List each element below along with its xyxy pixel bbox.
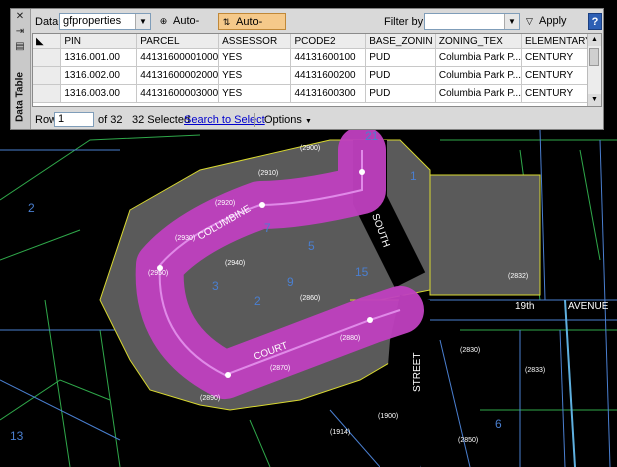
filter-select[interactable]: ▼ <box>424 13 520 30</box>
table-cell[interactable]: PUD <box>365 66 436 85</box>
lot-label: (2830) <box>460 347 480 354</box>
lot-label: (1914) <box>330 429 350 436</box>
table-cell[interactable]: 44131600001000 <box>136 48 220 67</box>
filter-icon: ▽ <box>526 16 533 26</box>
auto-zoom-button[interactable]: ⊕ Auto-Zoom <box>156 13 216 44</box>
lot-number: 21 <box>365 129 379 143</box>
column-header[interactable]: PARCEL <box>136 34 220 49</box>
table-cell[interactable]: PUD <box>365 84 436 103</box>
options-menu[interactable]: Options ▼ <box>264 114 312 126</box>
lot-label: (2890) <box>200 395 220 402</box>
table-cell[interactable]: 1316.001.00 <box>60 48 138 67</box>
table-cell[interactable]: 44131600100 <box>290 48 367 67</box>
lot-number: 13 <box>10 429 24 443</box>
filter-label: Filter by: <box>384 16 427 28</box>
divider <box>254 113 255 127</box>
help-button[interactable]: ? <box>588 13 602 30</box>
table-cell[interactable]: Columbia Park P... <box>435 66 522 85</box>
table-row[interactable]: 1316.001.00 44131600001000 YES 441316001… <box>33 48 601 67</box>
scroll-up-icon[interactable]: ▲ <box>588 34 601 46</box>
close-icon[interactable]: ✕ <box>14 11 26 23</box>
attribute-grid: ◣ PIN PARCEL ASSESSOR PCODE2 BASE_ZONIN … <box>32 33 602 107</box>
lot-number: 15 <box>355 265 369 279</box>
data-label: Data: <box>35 16 62 28</box>
header-row: ◣ PIN PARCEL ASSESSOR PCODE2 BASE_ZONIN … <box>33 34 601 49</box>
chevron-down-icon: ▼ <box>504 14 519 29</box>
lot-number: 9 <box>287 275 294 289</box>
lot-label: (2920) <box>215 200 235 207</box>
row-count: of 32 <box>98 114 123 126</box>
lot-number: 2 <box>28 201 35 215</box>
lot-label: (2900) <box>300 145 320 152</box>
lot-label: (2950) <box>148 270 168 277</box>
table-cell[interactable]: Columbia Park P... <box>435 84 522 103</box>
table-cell[interactable]: 44131600003000 <box>136 84 220 103</box>
table-cell[interactable]: 1316.003.00 <box>60 84 138 103</box>
table-cell[interactable]: YES <box>218 84 292 103</box>
column-header[interactable]: BASE_ZONIN <box>365 34 436 49</box>
selected-count: 32 Selected <box>132 114 191 126</box>
chevron-down-icon: ▼ <box>304 118 312 125</box>
toolbar: Data: gfproperties ▼ ⊕ Auto-Zoom ⇅ Auto-… <box>32 12 602 45</box>
column-header[interactable]: PIN <box>60 34 138 49</box>
lot-number: 7 <box>264 221 271 235</box>
table-cell[interactable]: 44131600300 <box>290 84 367 103</box>
row-selector[interactable] <box>33 66 62 85</box>
data-table-panel: ✕ ⇥ ▤ Data Table Data: gfproperties ▼ ⊕ … <box>10 8 604 130</box>
lot-label: (2860) <box>300 295 320 302</box>
pin-icon[interactable]: ⇥ <box>14 26 26 38</box>
scroll-thumb[interactable] <box>589 48 599 66</box>
lot-number: 3 <box>212 279 219 293</box>
auto-scroll-button[interactable]: ⇅ Auto-Scroll <box>218 13 286 45</box>
lot-label: (2870) <box>270 365 290 372</box>
table-row[interactable]: 1316.003.00 44131600003000 YES 441316003… <box>33 84 601 103</box>
lot-label: (2880) <box>340 335 360 342</box>
column-header[interactable]: ASSESSOR <box>218 34 292 49</box>
lot-label: (2833) <box>525 367 545 374</box>
table-cell[interactable]: PUD <box>365 48 436 67</box>
table-icon[interactable]: ▤ <box>14 41 26 53</box>
row-number-input[interactable]: 1 <box>54 112 94 127</box>
lot-label: (2940) <box>225 260 245 267</box>
table-cell[interactable]: YES <box>218 48 292 67</box>
chevron-down-icon: ▼ <box>135 14 150 29</box>
lot-number: 6 <box>495 417 502 431</box>
scroll-icon: ⇅ <box>222 17 231 27</box>
apply-filter-button[interactable]: ▽ Apply Filter <box>522 13 584 44</box>
data-select[interactable]: gfproperties ▼ <box>59 13 151 30</box>
lot-number: 2 <box>254 294 261 308</box>
lot-label: (2850) <box>458 437 478 444</box>
street-label-avenue: AVENUE <box>568 301 609 312</box>
zoom-icon: ⊕ <box>159 16 168 26</box>
status-bar: Row 1 of 32 32 Selected Search to Select… <box>32 111 602 129</box>
search-to-select-link[interactable]: Search to Select <box>184 114 265 126</box>
lot-label: (1900) <box>378 413 398 420</box>
lot-number: 5 <box>308 239 315 253</box>
lot-label: (2930) <box>175 235 195 242</box>
street-label-19th: 19th <box>515 301 534 312</box>
lot-number: 1 <box>410 169 417 183</box>
column-header[interactable]: ZONING_TEX <box>435 34 522 49</box>
scroll-down-icon[interactable]: ▼ <box>588 94 601 106</box>
table-cell[interactable]: 44131600200 <box>290 66 367 85</box>
row-selector[interactable] <box>33 48 62 67</box>
row-header-corner[interactable]: ◣ <box>33 34 62 49</box>
row-selector[interactable] <box>33 84 62 103</box>
column-header[interactable]: PCODE2 <box>290 34 367 49</box>
table-cell[interactable]: 44131600002000 <box>136 66 220 85</box>
table-cell[interactable]: 1316.002.00 <box>60 66 138 85</box>
table-cell[interactable]: YES <box>218 66 292 85</box>
panel-title: Data Table <box>14 72 26 122</box>
vertical-scrollbar[interactable]: ▲ ▼ <box>587 34 601 106</box>
lot-label: (2832) <box>508 273 528 280</box>
table-row[interactable]: 1316.002.00 44131600002000 YES 441316002… <box>33 66 601 85</box>
table-cell[interactable]: Columbia Park P... <box>435 48 522 67</box>
panel-side-strip: ✕ ⇥ ▤ Data Table <box>11 9 31 129</box>
street-label-street: STREET <box>412 353 423 392</box>
lot-label: (2910) <box>258 170 278 177</box>
